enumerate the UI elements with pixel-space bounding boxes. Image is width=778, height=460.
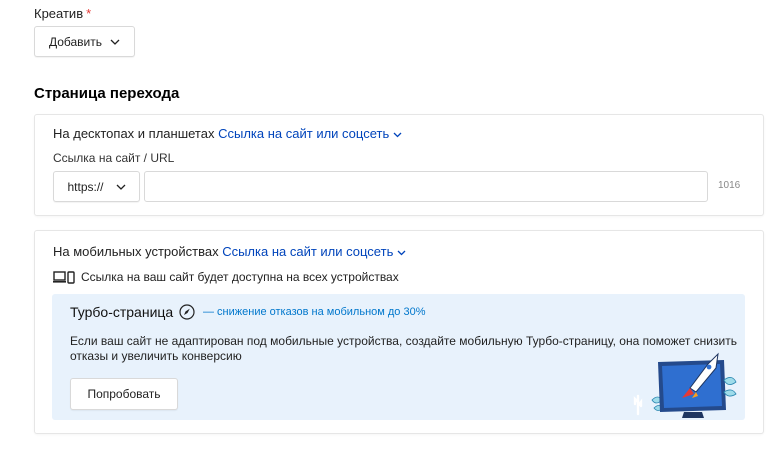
creative-label-text: Креатив	[34, 6, 84, 21]
url-field-label: Ссылка на сайт / URL	[53, 151, 175, 165]
mobile-heading-prefix: На мобильных устройствах	[53, 244, 219, 259]
char-counter: 1016	[718, 180, 741, 191]
creative-label: Креатив *	[34, 6, 91, 21]
add-creative-button-label: Добавить	[48, 34, 103, 49]
desktop-heading-prefix: На десктопах и планшетах	[53, 126, 215, 141]
mobile-heading: На мобильных устройствах Ссылка на сайт …	[53, 244, 406, 259]
page-title: Страница перехода	[34, 85, 180, 102]
monitor-rocket-illustration	[633, 352, 737, 418]
turbo-title-text: Турбо-страница	[70, 304, 174, 320]
turbo-title: Турбо-страница	[70, 304, 195, 320]
protocol-select-value: https://	[67, 179, 104, 194]
try-turbo-button[interactable]: Попробовать	[70, 378, 178, 410]
mobile-link-type-dropdown[interactable]: Ссылка на сайт или соцсеть	[222, 244, 406, 259]
add-creative-button[interactable]: Добавить	[34, 26, 135, 57]
chevron-down-icon	[116, 184, 125, 190]
rocket-icon	[179, 304, 195, 320]
chevron-down-icon	[393, 132, 402, 137]
all-devices-note: Ссылка на ваш сайт будет доступна на все…	[53, 270, 399, 284]
devices-icon	[53, 270, 75, 284]
chevron-down-icon	[397, 250, 406, 255]
required-mark: *	[86, 6, 92, 21]
desktop-link-type-label: Ссылка на сайт или соцсеть	[218, 126, 390, 141]
mobile-link-type-label: Ссылка на сайт или соцсеть	[222, 244, 394, 259]
desktop-link-type-dropdown[interactable]: Ссылка на сайт или соцсеть	[218, 126, 402, 141]
url-input[interactable]	[144, 171, 708, 202]
all-devices-note-text: Ссылка на ваш сайт будет доступна на все…	[81, 270, 399, 284]
desktop-heading: На десктопах и планшетах Ссылка на сайт …	[53, 126, 402, 141]
chevron-down-icon	[110, 39, 120, 45]
turbo-tagline: — снижение отказов на мобильном до 30%	[203, 306, 426, 318]
protocol-select[interactable]: https://	[53, 171, 140, 202]
